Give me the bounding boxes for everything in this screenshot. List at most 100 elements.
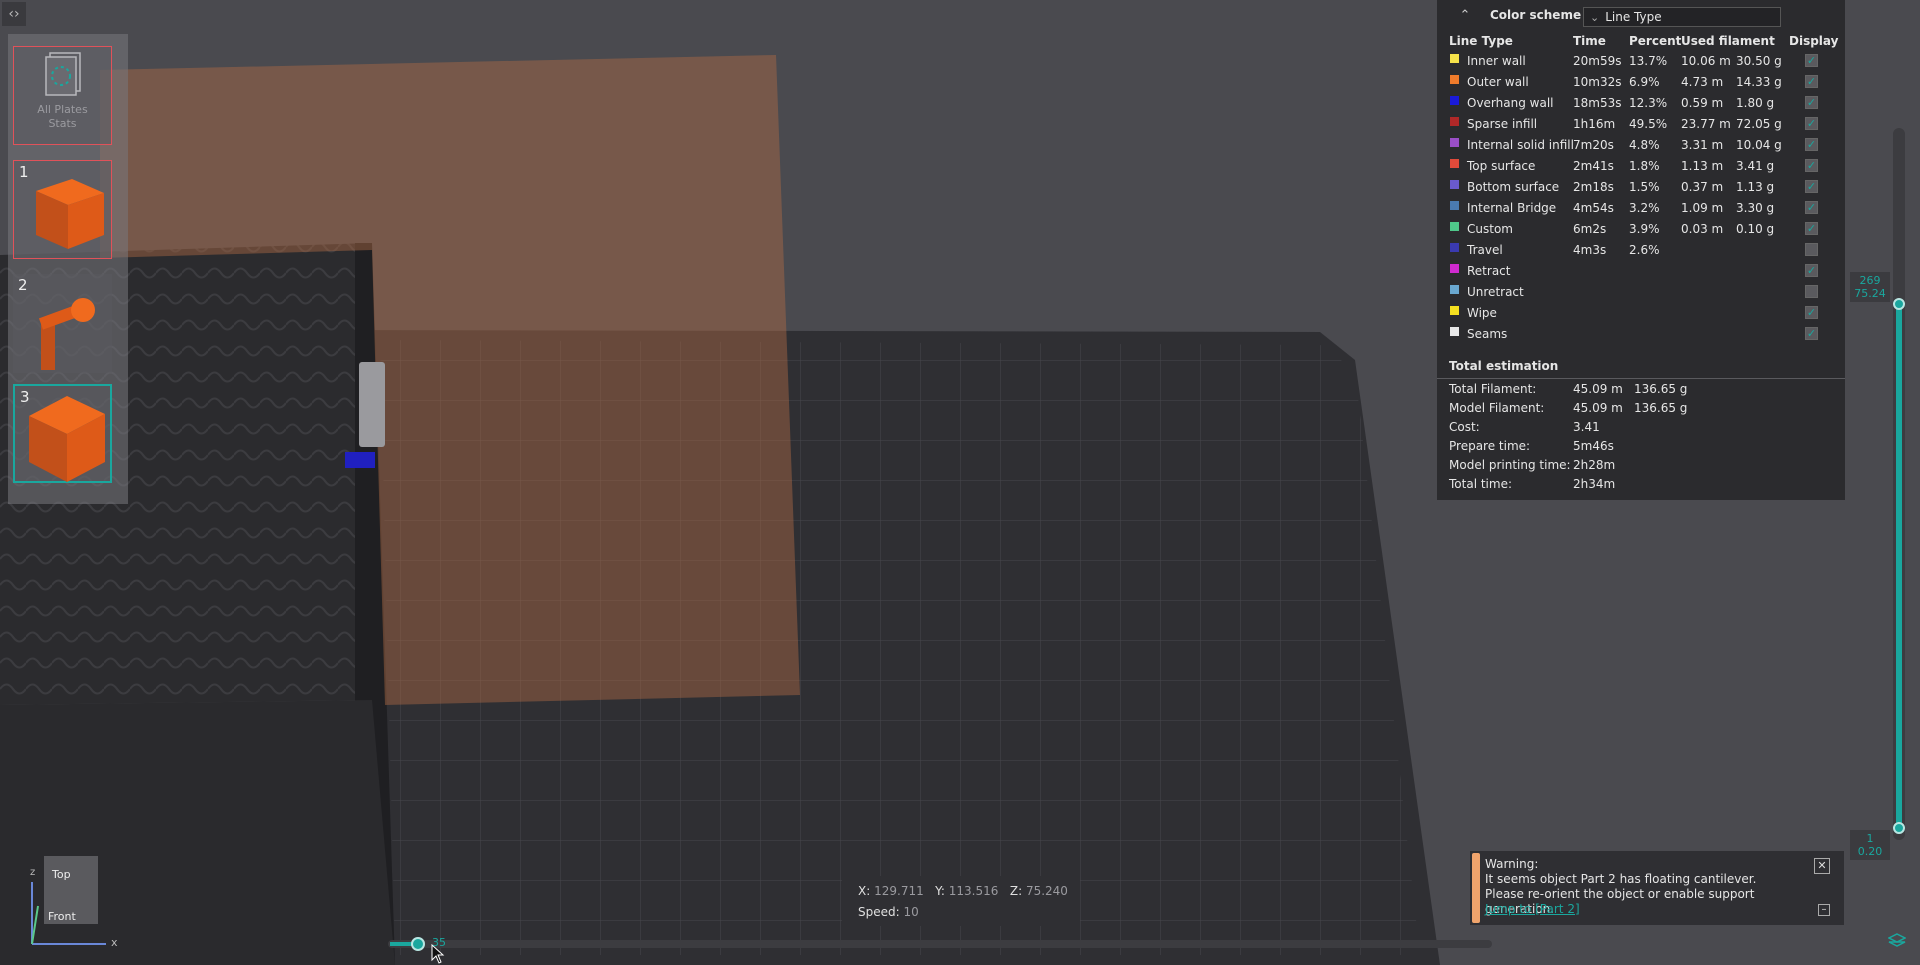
nozzle [359, 362, 385, 447]
line-type-weight: 1.80 g [1736, 96, 1775, 110]
line-type-row: Overhang wall 18m53s 12.3% 0.59 m 1.80 g ✓ [1437, 94, 1845, 115]
display-checkbox[interactable]: ✓ [1805, 75, 1818, 88]
total-value-1: 45.09 m [1573, 382, 1623, 396]
divider [1437, 378, 1845, 379]
top-layer-height: 75.24 [1854, 287, 1886, 300]
all-plates-stats-button[interactable]: All Plates Stats [13, 46, 112, 145]
display-checkbox[interactable]: ✓ [1805, 306, 1818, 319]
display-checkbox[interactable]: ✓ [1805, 96, 1818, 109]
line-type-weight: 0.10 g [1736, 222, 1775, 236]
speed-label: Speed: [858, 905, 900, 919]
line-type-percent: 1.5% [1629, 180, 1660, 194]
line-type-percent: 4.8% [1629, 138, 1660, 152]
line-type-length: 0.37 m [1681, 180, 1724, 194]
display-checkbox[interactable]: ✓ [1805, 264, 1818, 277]
line-type-name: Unretract [1467, 285, 1524, 299]
plate-1-thumbnail[interactable]: 1 [13, 160, 112, 259]
layer-slider-bottom-handle[interactable] [1893, 822, 1905, 834]
close-icon[interactable]: ✕ [1814, 858, 1830, 874]
line-type-name: Inner wall [1467, 54, 1526, 68]
total-value-1: 5m46s [1573, 439, 1614, 453]
column-header-time: Time [1573, 34, 1606, 48]
top-layer-label: 269 75.24 [1850, 272, 1890, 302]
line-type-name: Wipe [1467, 306, 1497, 320]
line-type-name: Travel [1467, 243, 1503, 257]
line-type-length: 0.59 m [1681, 96, 1724, 110]
display-checkbox[interactable]: ✓ [1805, 180, 1818, 193]
line-type-row: Bottom surface 2m18s 1.5% 0.37 m 1.13 g ✓ [1437, 178, 1845, 199]
display-checkbox[interactable]: ✓ [1805, 159, 1818, 172]
plate-2-thumbnail[interactable]: 2 [13, 274, 112, 373]
line-type-length: 23.77 m [1681, 117, 1731, 131]
display-checkbox[interactable] [1805, 243, 1818, 256]
plate-3-thumbnail[interactable]: 3 [13, 384, 112, 483]
collapse-up-icon[interactable]: ⌃ [1457, 8, 1473, 24]
line-type-name: Bottom surface [1467, 180, 1560, 194]
total-value-1: 3.41 [1573, 420, 1600, 434]
total-row: Model printing time: 2h28m [1437, 458, 1845, 477]
jump-to-part-link[interactable]: Jump to [Part 2] [1485, 902, 1580, 916]
line-type-time: 2m18s [1573, 180, 1614, 194]
mouse-cursor-icon [431, 944, 445, 964]
minimize-icon[interactable]: – [1818, 904, 1830, 916]
total-row: Prepare time: 5m46s [1437, 439, 1845, 458]
total-row: Model Filament: 45.09 m 136.65 g [1437, 401, 1845, 420]
top-layer-number: 269 [1859, 274, 1881, 287]
line-type-row: Internal solid infill 7m20s 4.8% 3.31 m 10.0… [1437, 136, 1845, 157]
warning-stripe [1472, 853, 1480, 923]
color-swatch [1450, 180, 1459, 189]
total-label: Model Filament: [1449, 401, 1545, 415]
axis-z-label: z [30, 867, 36, 878]
display-checkbox[interactable] [1805, 285, 1818, 298]
line-type-length: 1.13 m [1681, 159, 1724, 173]
total-value-2: 136.65 g [1634, 401, 1688, 415]
color-scheme-label: Color scheme [1490, 8, 1582, 22]
color-swatch [1450, 222, 1459, 231]
layer-slider-top-handle[interactable] [1893, 298, 1905, 310]
line-type-weight: 1.13 g [1736, 180, 1775, 194]
column-header-line-type: Line Type [1449, 34, 1513, 48]
layers-icon[interactable] [1888, 932, 1906, 950]
plate-number: 2 [18, 276, 28, 294]
total-label: Total time: [1449, 477, 1512, 491]
line-type-weight: 72.05 g [1736, 117, 1782, 131]
collapse-sidebar-button[interactable]: ‹› [2, 2, 26, 26]
display-checkbox[interactable]: ✓ [1805, 327, 1818, 340]
line-type-percent: 13.7% [1629, 54, 1668, 68]
stats-header: ⌃ Color scheme ⌄ Line Type [1437, 0, 1845, 33]
display-checkbox[interactable]: ✓ [1805, 201, 1818, 214]
line-type-name: Outer wall [1467, 75, 1529, 89]
move-slider-handle[interactable] [411, 937, 425, 951]
line-type-row: Seams ✓ [1437, 325, 1845, 346]
column-header-display: Display [1789, 34, 1839, 48]
total-value-1: 45.09 m [1573, 401, 1623, 415]
column-header-used-filament: Used filament [1681, 34, 1775, 48]
line-type-row: Inner wall 20m59s 13.7% 10.06 m 30.50 g ✓ [1437, 52, 1845, 73]
total-value-2: 136.65 g [1634, 382, 1688, 396]
color-scheme-select[interactable]: ⌄ Line Type [1583, 7, 1781, 27]
line-type-length: 0.03 m [1681, 222, 1724, 236]
all-plates-label: All Plates Stats [37, 103, 88, 130]
line-type-row: Retract ✓ [1437, 262, 1845, 283]
display-checkbox[interactable]: ✓ [1805, 222, 1818, 235]
warning-notification: Warning: It seems object Part 2 has floa… [1470, 851, 1844, 925]
display-checkbox[interactable]: ✓ [1805, 138, 1818, 151]
line-type-percent: 3.2% [1629, 201, 1660, 215]
line-type-weight: 10.04 g [1736, 138, 1782, 152]
display-checkbox[interactable]: ✓ [1805, 54, 1818, 67]
color-swatch [1450, 201, 1459, 210]
line-type-time: 4m3s [1573, 243, 1607, 257]
line-type-row: Sparse infill 1h16m 49.5% 23.77 m 72.05 g ✓ [1437, 115, 1845, 136]
move-slider-track[interactable] [388, 940, 1492, 948]
total-row: Cost: 3.41 [1437, 420, 1845, 439]
display-checkbox[interactable]: ✓ [1805, 117, 1818, 130]
line-type-time: 1h16m [1573, 117, 1616, 131]
plate-number: 3 [20, 388, 30, 406]
line-type-weight: 3.30 g [1736, 201, 1775, 215]
plate-sidebar: All Plates Stats 1 2 3 [8, 34, 128, 504]
plates-stack-icon [45, 52, 81, 96]
color-swatch [1450, 54, 1459, 63]
color-swatch [1450, 285, 1459, 294]
line-type-weight: 3.41 g [1736, 159, 1775, 173]
layer-slider-range [1896, 300, 1902, 828]
